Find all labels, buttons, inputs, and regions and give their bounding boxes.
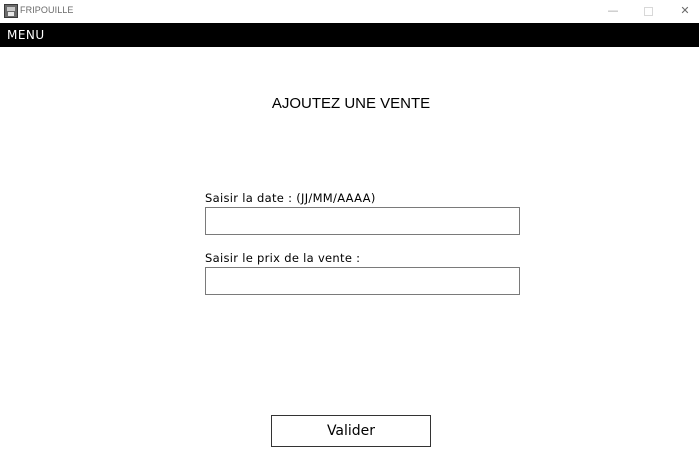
app-icon (4, 4, 18, 18)
menu-bar: MENU (0, 23, 699, 47)
window-title: FRIPOUILLE (20, 5, 74, 15)
minimize-button[interactable]: — (605, 3, 621, 19)
window-titlebar: FRIPOUILLE — ✕ (0, 0, 699, 23)
close-button[interactable]: ✕ (677, 3, 693, 19)
price-label: Saisir le prix de la vente : (205, 251, 361, 265)
date-field[interactable] (205, 207, 520, 235)
date-label: Saisir la date : (JJ/MM/AAAA) (205, 191, 376, 205)
price-field[interactable] (205, 267, 520, 295)
menu-item-menu[interactable]: MENU (7, 28, 45, 42)
maximize-button[interactable] (640, 3, 656, 19)
submit-button[interactable]: Valider (271, 415, 431, 447)
maximize-icon (643, 6, 653, 16)
page-title: AJOUTEZ UNE VENTE (271, 95, 431, 112)
